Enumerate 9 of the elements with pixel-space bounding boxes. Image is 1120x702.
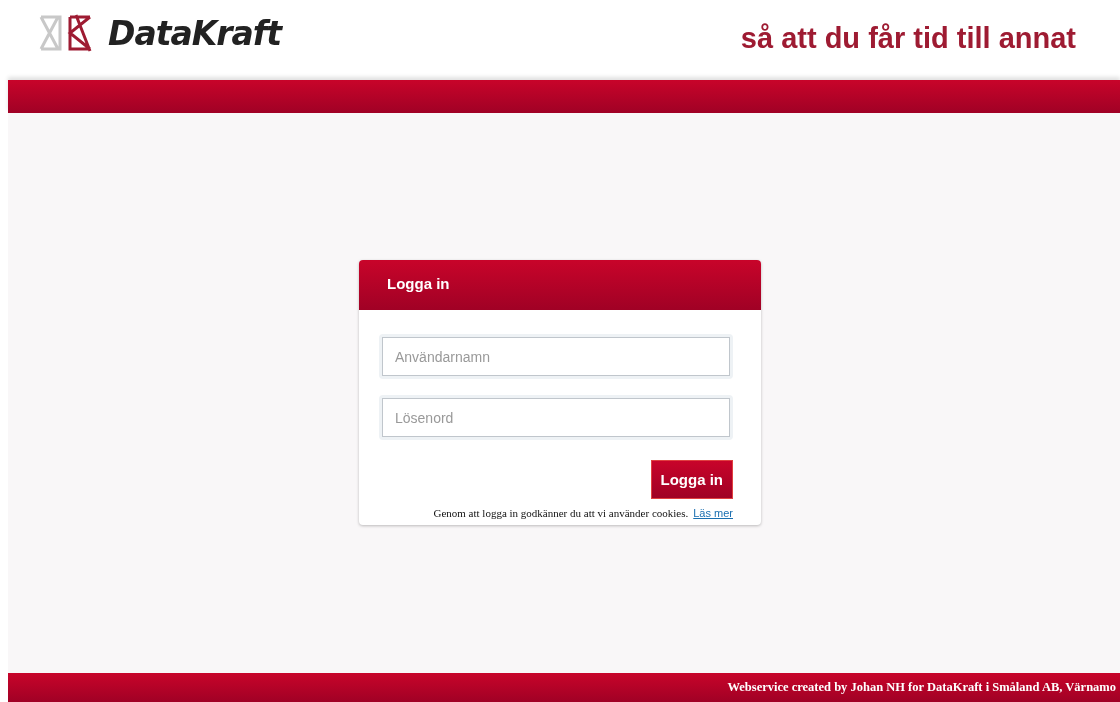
footer-text: Webservice created by Johan NH for DataKraft i Småland AB, Värnamo: [727, 680, 1116, 695]
username-field[interactable]: Användarnamn: [382, 337, 730, 376]
cookie-notice: Genom att logga in godkänner du att vi använder cookies.: [433, 507, 689, 519]
login-title: Logga in: [359, 260, 761, 310]
password-field[interactable]: Lösenord: [382, 398, 730, 437]
brand-name: DataKraft: [108, 13, 281, 53]
read-more-link[interactable]: Läs mer: [693, 507, 733, 519]
tagline: så att du får tid till annat: [740, 22, 1076, 55]
login-button[interactable]: Logga in: [650, 460, 733, 499]
